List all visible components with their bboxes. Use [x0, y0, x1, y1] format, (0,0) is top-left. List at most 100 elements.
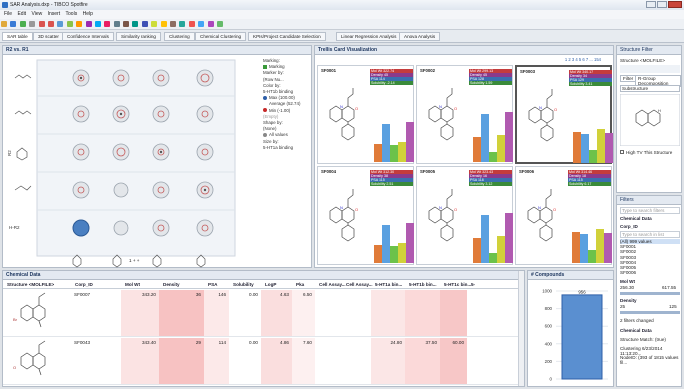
filters-section[interactable]: Chemical Data [620, 216, 652, 221]
table-row[interactable]: Br SF0007 343.20 36 146 0.00 4.63 6.50 [3, 290, 518, 337]
pie-icon[interactable] [94, 21, 101, 27]
column-header[interactable]: PSA [208, 282, 217, 287]
minimize-button[interactable] [646, 1, 656, 8]
filter-search-input[interactable]: Type to search filters [620, 207, 680, 214]
heatmap-icon[interactable] [104, 21, 111, 27]
compound-bar[interactable] [561, 294, 603, 380]
undo-icon[interactable] [38, 21, 45, 27]
menu-file[interactable]: File [4, 11, 12, 17]
treemap-icon[interactable] [123, 21, 130, 27]
maximize-button[interactable] [657, 1, 667, 8]
structure-match[interactable]: Structure Match: (true) [620, 337, 666, 342]
property-row: Solubility 3.12 [469, 182, 512, 186]
compounds-chart[interactable]: 1000 800 600 400 200 0 956 [528, 281, 613, 387]
card-bar [589, 150, 597, 163]
table-cell: 60.00 [440, 338, 467, 384]
substructure-select[interactable]: Substructure [620, 85, 680, 92]
tab-anova[interactable]: Anova Analysis [399, 32, 441, 41]
graphical-table-icon[interactable] [141, 21, 148, 27]
tab-clustering[interactable]: Clustering [164, 32, 195, 41]
table-icon[interactable] [57, 21, 64, 27]
trellis-card[interactable]: SF0003 Mol Wt 340.17 Density 34 PSA 129 Solu… [515, 65, 613, 164]
column-header[interactable]: Structure <MOLFILE> [7, 282, 54, 287]
column-header[interactable]: Pka [296, 282, 304, 287]
bar-chart-icon[interactable] [66, 21, 73, 27]
menu-view[interactable]: View [31, 11, 42, 17]
layout-icon[interactable] [198, 21, 205, 27]
print-icon[interactable] [29, 21, 36, 27]
nodeid-filter[interactable]: NodeID: (393 of 1815 values fil... [620, 355, 681, 365]
column-header[interactable]: LogP [265, 282, 276, 287]
menu-help[interactable]: Help [83, 11, 93, 17]
trellis-card[interactable]: SF0006 Mol Wt 314.46 Density 18 PSA 115 Solu… [515, 166, 612, 265]
corp-list[interactable]: (All) 999 values SF0001 SF0002 SF0003 SF… [620, 239, 680, 275]
line-chart-icon[interactable] [76, 21, 83, 27]
column-header[interactable]: Mol Wt [125, 282, 140, 287]
trellis-pager[interactable]: 1 2 3 4 5 6 7 ... 154 [565, 57, 601, 62]
column-header[interactable]: 5- [471, 282, 475, 287]
menu-tools[interactable]: Tools [66, 11, 78, 17]
menu-edit[interactable]: Edit [17, 11, 26, 17]
filter-icon[interactable] [179, 21, 186, 27]
tools-icon[interactable] [207, 21, 214, 27]
save-icon[interactable] [19, 21, 26, 27]
summary-icon[interactable] [160, 21, 167, 27]
map-icon[interactable] [113, 21, 120, 27]
table-row[interactable]: O SF0043 343.40 29 114 0.00 4.86 7.60 24.80 37.50… [3, 338, 518, 385]
query-structure[interactable]: H [620, 94, 680, 146]
column-header[interactable]: 5-HT1a bin... [375, 282, 402, 287]
column-header[interactable]: Corp_ID [75, 282, 93, 287]
card-bar [406, 122, 414, 162]
corp-id-filter[interactable]: Corp_ID [620, 224, 638, 229]
column-header[interactable]: 5-HT1c bin... [444, 282, 471, 287]
bookmark-icon[interactable] [188, 21, 195, 27]
density-slider[interactable] [620, 311, 680, 314]
table-cell [440, 290, 467, 336]
trellis-card[interactable]: SF0002 Mol Wt 299.13 Density 45 PSA 128 Solu… [416, 65, 513, 164]
column-header[interactable]: Solubility [233, 282, 254, 287]
mol-wt-filter[interactable]: Mol Wt [620, 279, 635, 284]
trellis-card[interactable]: SF0005 Mol Wt 323.43 Density 16 PSA 118 Solu… [416, 166, 513, 265]
tab-linear-regression[interactable]: Linear Regression Analysis [336, 32, 402, 41]
table-scrollbar[interactable] [518, 271, 524, 386]
column-header[interactable]: Density [163, 282, 180, 287]
column-header[interactable]: Cell Assay... [319, 282, 346, 287]
tab-confidence-intervals[interactable]: Confidence Intervals [62, 32, 114, 41]
crosstable-icon[interactable] [132, 21, 139, 27]
card-bar [374, 144, 382, 162]
redo-icon[interactable] [47, 21, 54, 27]
tab-chemical-clustering[interactable]: Chemical Clustering [195, 32, 247, 41]
card-bars [572, 207, 612, 263]
chem-data-section[interactable]: Chemical Data [620, 328, 652, 333]
corp-search-input[interactable]: Type to search in list [620, 231, 680, 238]
structure-column[interactable]: Structure <MOLFILE> [620, 58, 665, 63]
scatter-icon[interactable] [85, 21, 92, 27]
tab-sar-table[interactable]: SAR table [2, 32, 33, 41]
column-header[interactable]: Cell Assay... [346, 282, 373, 287]
tab-kpis[interactable]: KPIs/Project Candidate Selection [248, 32, 326, 41]
data-icon[interactable] [216, 21, 223, 27]
high-tv-checkbox[interactable]: High TV This Structure [620, 150, 672, 155]
close-button[interactable] [668, 1, 682, 8]
density-filter[interactable]: Density [620, 298, 637, 303]
svg-text:O: O [13, 365, 16, 370]
tab-similarity-ranking[interactable]: Similarity ranking [116, 32, 161, 41]
table-cell [342, 338, 371, 384]
column-header[interactable]: 5-HT1b bin... [409, 282, 437, 287]
r1-axis-label[interactable]: 1 + + [129, 258, 139, 263]
trellis-card[interactable]: SF0004 Mol Wt 312.30 Density 38 PSA 115 Solu… [317, 166, 414, 265]
new-icon[interactable] [1, 21, 7, 27]
mol-wt-slider[interactable] [620, 292, 680, 295]
menu-insert[interactable]: Insert [48, 11, 61, 17]
marking-swatch [263, 64, 267, 69]
svg-text:O: O [454, 207, 457, 212]
trellis-card[interactable]: SF0001 Mol Wt 322.74 Density 45 PSA 114 Solu… [317, 65, 414, 164]
legend-size-by-value[interactable]: 5-HT1a binding [263, 145, 311, 151]
box-plot-icon[interactable] [151, 21, 158, 27]
tab-filter[interactable]: Filter [620, 75, 637, 82]
open-icon[interactable] [10, 21, 17, 27]
text-area-icon[interactable] [170, 21, 177, 27]
svg-text:N: N [539, 105, 542, 110]
legend-marking-value[interactable]: Marking [269, 64, 285, 69]
tab-3d-scatter[interactable]: 3D scatter [33, 32, 64, 41]
